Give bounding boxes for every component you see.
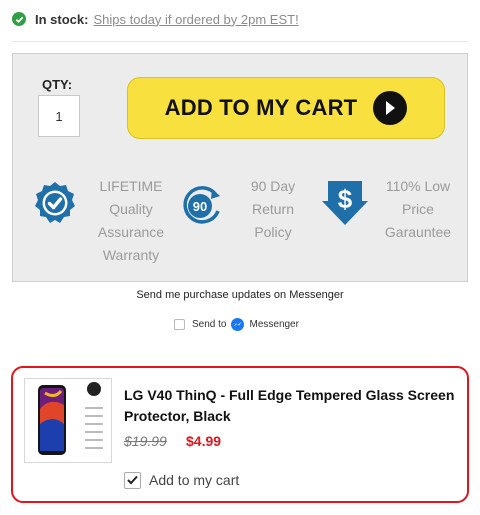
- qty-label: QTY:: [42, 77, 73, 92]
- feature-return-text: 90 Day Return Policy: [232, 175, 314, 244]
- quantity-input[interactable]: [38, 95, 80, 137]
- feature-line: Quality: [109, 201, 153, 217]
- add-to-cart-button[interactable]: ADD TO MY CART: [127, 77, 445, 139]
- messenger-icon: [231, 317, 245, 331]
- return-days-label: 90: [193, 199, 207, 214]
- dollar-shield-icon: $: [322, 181, 368, 225]
- stock-label: In stock:: [35, 11, 89, 27]
- feature-line: Garauntee: [384, 224, 452, 240]
- feature-line: Policy: [254, 224, 292, 240]
- feature-line: Price: [402, 201, 434, 217]
- messenger-brand-label: Messenger: [249, 318, 299, 330]
- add-to-cart-option[interactable]: Add to my cart: [124, 470, 239, 490]
- add-to-cart-option-label: Add to my cart: [149, 472, 240, 488]
- feature-line: 90 Day: [250, 178, 296, 194]
- messenger-optin[interactable]: Send to Messenger: [174, 316, 299, 332]
- product-title-line: Protector, Black: [124, 408, 231, 424]
- product-title-line: LG V40 ThinQ - Full Edge Tempered Glass …: [124, 387, 455, 403]
- feature-line: Warranty: [102, 247, 160, 263]
- svg-text:$: $: [338, 184, 353, 214]
- feature-line: Return: [251, 201, 295, 217]
- check-circle-icon: [12, 12, 26, 26]
- send-to-label: Send to: [192, 318, 227, 330]
- feature-price-text: 110% Low Price Garauntee: [372, 175, 464, 244]
- original-price: $19.99: [124, 433, 167, 449]
- play-arrow-icon: [373, 91, 408, 125]
- messenger-title: Send me purchase updates on Messenger: [136, 289, 344, 301]
- shipping-info-link[interactable]: Ships today if ordered by 2pm EST!: [93, 12, 298, 27]
- add-to-cart-checkbox[interactable]: [124, 471, 141, 489]
- checkmark-badge-icon: [35, 182, 75, 223]
- feature-warranty-text: LIFETIME Quality Assurance Warranty: [88, 175, 174, 267]
- messenger-checkbox[interactable]: [174, 318, 185, 330]
- sale-price: $4.99: [186, 433, 222, 449]
- feature-line: Assurance: [97, 224, 165, 240]
- feature-line: LIFETIME: [99, 178, 163, 194]
- divider: [12, 41, 468, 42]
- 90-day-return-icon: 90: [183, 186, 220, 224]
- product-title[interactable]: LG V40 ThinQ - Full Edge Tempered Glass …: [124, 385, 464, 427]
- stock-status: In stock: Ships today if ordered by 2pm …: [12, 8, 299, 30]
- add-to-cart-label: ADD TO MY CART: [164, 95, 358, 120]
- feature-line: 110% Low: [385, 178, 451, 194]
- product-thumbnail[interactable]: [24, 378, 112, 463]
- checkmark-icon: [127, 475, 138, 485]
